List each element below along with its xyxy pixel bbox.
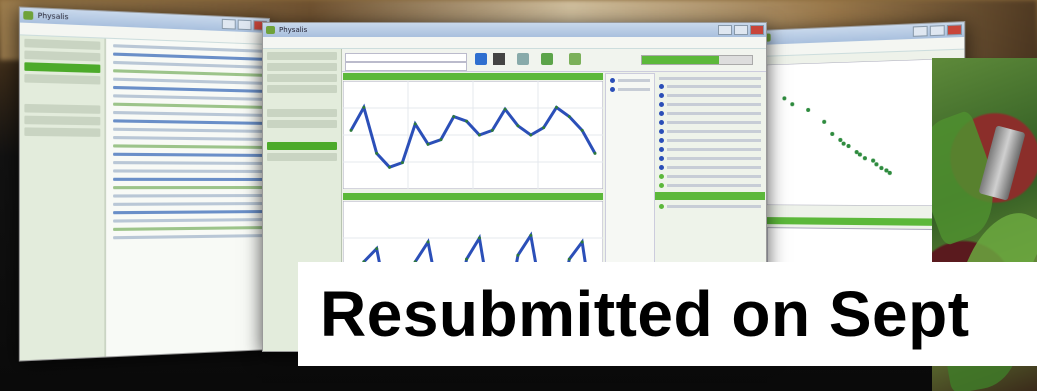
tree-item-selected[interactable] (267, 142, 337, 150)
main-toolbar[interactable] (341, 49, 766, 72)
bottom-plot-data-point (529, 233, 533, 237)
line-plot-top[interactable] (343, 81, 603, 189)
top-plot-data-point (465, 119, 469, 123)
main-menubar[interactable] (263, 37, 766, 49)
top-plot-data-point (529, 133, 533, 137)
scatter-plot[interactable] (766, 58, 952, 207)
top-plot-data-point (413, 122, 417, 126)
right-panel-green-bar (766, 217, 952, 227)
tree-item[interactable] (267, 52, 337, 60)
tree-item[interactable] (267, 63, 337, 71)
app-logo-icon (23, 10, 34, 20)
window-controls[interactable] (221, 18, 268, 31)
tool-button[interactable] (517, 53, 529, 65)
top-plot-data-point (542, 126, 546, 130)
top-plot-data-point (362, 105, 366, 109)
top-plot-data-point (375, 151, 379, 155)
tree-item-selected[interactable] (24, 62, 101, 74)
main-window-titlebar: Physalis (263, 23, 766, 37)
plot1-header-bar (343, 73, 603, 80)
sensor-clamp (978, 125, 1026, 201)
bottom-plot-data-point (465, 257, 469, 261)
tree-item[interactable] (24, 38, 101, 50)
scatter-point (879, 165, 884, 171)
scatter-point (871, 158, 876, 163)
bottom-plot-data-point (567, 257, 571, 261)
scatter-point (854, 150, 859, 155)
variables-selected-row[interactable] (655, 192, 765, 200)
top-plot-data-point (503, 107, 507, 111)
banner-text: Resubmitted on Sept (320, 278, 970, 350)
top-plot-data-point (349, 128, 353, 132)
tree-item[interactable] (24, 73, 101, 85)
top-plot-data-point (426, 142, 430, 146)
tool-button[interactable] (541, 53, 553, 65)
scatter-point (857, 152, 863, 157)
tool-button[interactable] (569, 53, 581, 65)
top-plot-data-point (567, 115, 571, 119)
bottom-plot-data-point (477, 236, 481, 240)
left-tree-panel[interactable] (19, 35, 106, 361)
tree-item[interactable] (267, 85, 337, 93)
tree-item[interactable] (24, 103, 101, 114)
tree-item[interactable] (24, 115, 101, 126)
top-plot-data-point (400, 161, 404, 165)
top-plot-data-point (554, 105, 558, 109)
progress-fill (642, 56, 719, 64)
left-app-window: Physalis (18, 6, 270, 362)
bottom-plot-data-point (375, 247, 379, 251)
scatter-point (862, 156, 867, 161)
screenshot-stage: Physalis Physalis Resubmitted on Sept (0, 0, 1037, 391)
tree-item[interactable] (24, 50, 101, 62)
bottom-plot-data-point (516, 253, 520, 257)
tree-item[interactable] (267, 120, 337, 128)
progress-bar (641, 55, 753, 65)
plot2-header-bar (343, 193, 603, 200)
close-icon (750, 25, 764, 35)
close-icon (946, 24, 963, 36)
code-editor[interactable] (106, 38, 270, 357)
top-plot-data-point (580, 128, 584, 132)
resubmitted-banner: Resubmitted on Sept (298, 262, 1037, 366)
top-plot-data-point (593, 151, 597, 155)
scatter-point (887, 170, 892, 176)
bottom-plot-data-point (580, 240, 584, 244)
left-window-title: Physalis (37, 11, 69, 22)
app-logo-icon (266, 26, 275, 34)
window-controls[interactable] (912, 24, 963, 37)
top-plot-data-point (439, 138, 443, 142)
toolbar-field[interactable] (345, 62, 467, 71)
top-plot-data-point (452, 115, 456, 119)
stop-button[interactable] (493, 53, 505, 65)
scatter-point (884, 168, 889, 173)
bottom-plot-data-point (426, 240, 430, 244)
window-controls[interactable] (718, 25, 764, 35)
scatter-point (874, 162, 879, 167)
play-button[interactable] (475, 53, 487, 65)
tree-item[interactable] (267, 109, 337, 117)
top-plot-data-point (490, 128, 494, 132)
top-plot-data-point (516, 124, 520, 128)
top-plot-data-point (388, 165, 392, 169)
top-plot-data-point (477, 133, 481, 137)
tree-item[interactable] (24, 127, 101, 137)
toolbar-field[interactable] (345, 53, 467, 62)
tree-item[interactable] (267, 74, 337, 82)
tree-item[interactable] (267, 153, 337, 161)
main-window-title: Physalis (279, 26, 308, 34)
